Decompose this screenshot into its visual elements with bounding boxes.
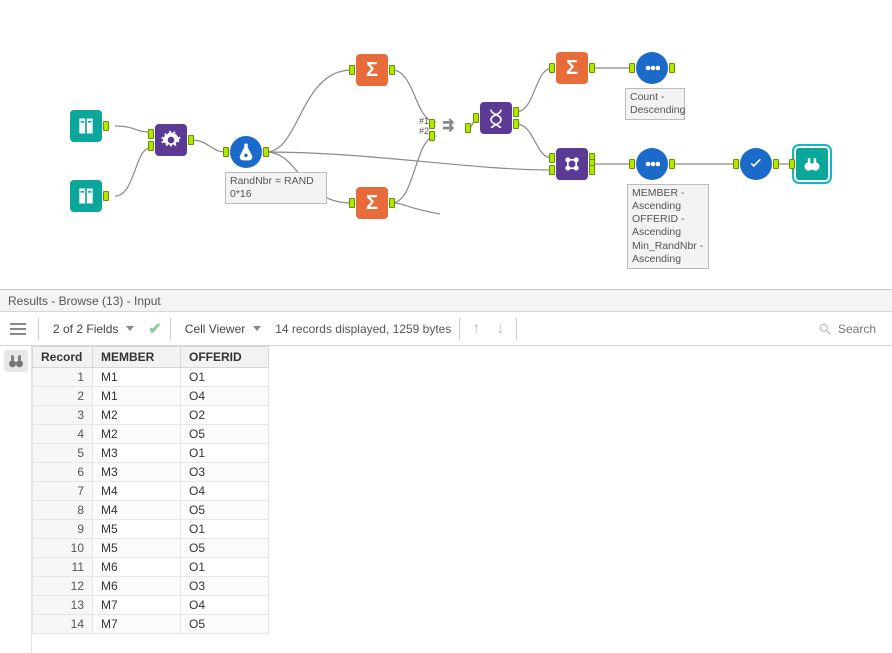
cell-offerid[interactable]: O5: [181, 501, 269, 520]
join-tool[interactable]: [556, 148, 588, 180]
row-number: 4: [33, 425, 93, 444]
select-tool[interactable]: [740, 148, 772, 180]
multi-field-tool[interactable]: [155, 124, 187, 156]
cell-offerid[interactable]: O5: [181, 615, 269, 634]
cell-member[interactable]: M7: [93, 596, 181, 615]
cell-member[interactable]: M1: [93, 387, 181, 406]
table-row[interactable]: 4M2O5: [33, 425, 269, 444]
table-row[interactable]: 11M6O1: [33, 558, 269, 577]
nav-down-icon[interactable]: ↓: [492, 320, 508, 338]
table-row[interactable]: 2M1O4: [33, 387, 269, 406]
table-row[interactable]: 12M6O3: [33, 577, 269, 596]
results-sidebar: [0, 346, 32, 653]
sort1-annotation: Count - Descending: [625, 88, 685, 120]
sort-tool-2[interactable]: [636, 148, 668, 180]
row-number: 9: [33, 520, 93, 539]
table-row[interactable]: 8M4O5: [33, 501, 269, 520]
col-record[interactable]: Record: [33, 347, 93, 368]
row-number: 5: [33, 444, 93, 463]
sort-tool-1[interactable]: [636, 52, 668, 84]
cell-member[interactable]: M1: [93, 368, 181, 387]
table-row[interactable]: 14M7O5: [33, 615, 269, 634]
workflow-canvas[interactable]: RandNbr = RAND 0*16 Σ Σ #1 #2 Σ Count - …: [0, 0, 892, 290]
cell-member[interactable]: M3: [93, 463, 181, 482]
col-member[interactable]: MEMBER: [93, 347, 181, 368]
cell-offerid[interactable]: O3: [181, 463, 269, 482]
cell-offerid[interactable]: O1: [181, 368, 269, 387]
results-data-area: Record MEMBER OFFERID 1M1O12M1O43M2O24M2…: [0, 346, 892, 653]
cell-member[interactable]: M7: [93, 615, 181, 634]
nav-up-icon[interactable]: ↑: [468, 320, 484, 338]
table-row[interactable]: 9M5O1: [33, 520, 269, 539]
summarize-tool-bottom[interactable]: Σ: [356, 187, 388, 219]
col-offerid[interactable]: OFFERID: [181, 347, 269, 368]
results-grid[interactable]: Record MEMBER OFFERID 1M1O12M1O43M2O24M2…: [32, 346, 892, 653]
cell-offerid[interactable]: O4: [181, 596, 269, 615]
apply-check-icon[interactable]: ✔: [148, 319, 161, 339]
records-info: 14 records displayed, 1259 bytes: [275, 322, 451, 336]
cell-member[interactable]: M5: [93, 539, 181, 558]
results-table: Record MEMBER OFFERID 1M1O12M1O43M2O24M2…: [32, 346, 269, 634]
union-tool[interactable]: [436, 114, 464, 142]
row-number: 8: [33, 501, 93, 520]
cell-offerid[interactable]: O3: [181, 577, 269, 596]
search-input[interactable]: [836, 321, 886, 337]
row-number: 13: [33, 596, 93, 615]
cell-offerid[interactable]: O4: [181, 387, 269, 406]
row-number: 10: [33, 539, 93, 558]
row-number: 6: [33, 463, 93, 482]
table-row[interactable]: 3M2O2: [33, 406, 269, 425]
cell-offerid[interactable]: O5: [181, 539, 269, 558]
row-number: 11: [33, 558, 93, 577]
cell-member[interactable]: M6: [93, 558, 181, 577]
binoculars-icon[interactable]: [4, 350, 28, 372]
table-row[interactable]: 13M7O4: [33, 596, 269, 615]
sort2-annotation: MEMBER - Ascending OFFERID - Ascending M…: [627, 184, 709, 269]
summarize-tool-top[interactable]: Σ: [356, 54, 388, 86]
table-row[interactable]: 10M5O5: [33, 539, 269, 558]
cell-offerid[interactable]: O4: [181, 482, 269, 501]
cell-viewer-dropdown[interactable]: Cell Viewer: [179, 319, 267, 339]
cell-member[interactable]: M5: [93, 520, 181, 539]
summarize-tool-right[interactable]: Σ: [556, 52, 588, 84]
union-label-1: #1: [419, 117, 429, 126]
row-number: 7: [33, 482, 93, 501]
append-fields-tool[interactable]: [480, 102, 512, 134]
cell-member[interactable]: M2: [93, 406, 181, 425]
table-row[interactable]: 7M4O4: [33, 482, 269, 501]
table-row[interactable]: 6M3O3: [33, 463, 269, 482]
cell-offerid[interactable]: O1: [181, 520, 269, 539]
cell-member[interactable]: M3: [93, 444, 181, 463]
table-row[interactable]: 1M1O1: [33, 368, 269, 387]
row-number: 12: [33, 577, 93, 596]
cell-offerid[interactable]: O1: [181, 444, 269, 463]
cell-member[interactable]: M4: [93, 501, 181, 520]
cell-member[interactable]: M2: [93, 425, 181, 444]
formula-tool[interactable]: [230, 136, 262, 168]
cell-member[interactable]: M4: [93, 482, 181, 501]
cell-offerid[interactable]: O1: [181, 558, 269, 577]
row-number: 14: [33, 615, 93, 634]
search-icon: [818, 322, 832, 336]
formula-annotation: RandNbr = RAND 0*16: [225, 172, 327, 204]
results-toolbar: 2 of 2 Fields ✔ Cell Viewer 14 records d…: [0, 312, 892, 346]
cell-offerid[interactable]: O5: [181, 425, 269, 444]
search-box[interactable]: [818, 321, 886, 337]
union-label-2: #2: [419, 127, 429, 136]
browse-tool[interactable]: [796, 148, 828, 180]
results-title-bar: Results - Browse (13) - Input: [0, 290, 892, 312]
cell-member[interactable]: M6: [93, 577, 181, 596]
cell-offerid[interactable]: O2: [181, 406, 269, 425]
results-title-text: Results - Browse (13) - Input: [8, 294, 161, 308]
row-number: 2: [33, 387, 93, 406]
table-row[interactable]: 5M3O1: [33, 444, 269, 463]
row-number: 1: [33, 368, 93, 387]
row-number: 3: [33, 406, 93, 425]
metadata-view-icon[interactable]: [6, 318, 30, 340]
input-tool-1[interactable]: [70, 110, 102, 142]
input-tool-2[interactable]: [70, 180, 102, 212]
fields-dropdown[interactable]: 2 of 2 Fields: [47, 319, 140, 339]
